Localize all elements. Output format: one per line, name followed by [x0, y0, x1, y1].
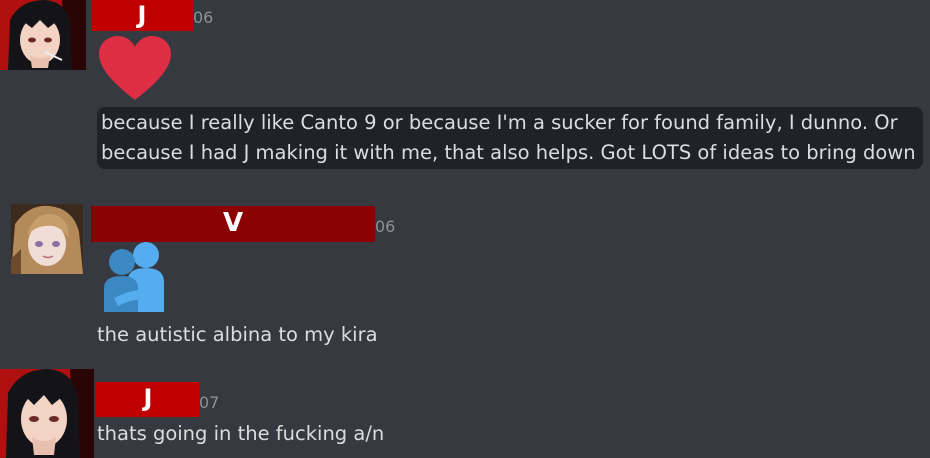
message-timestamp: 06 [375, 217, 396, 236]
people-hugging-emoji [102, 240, 166, 312]
redacted-username[interactable]: J [96, 382, 200, 417]
avatar-image [0, 0, 86, 70]
message-text: thats going in the fucking a/n [97, 422, 385, 445]
message-timestamp: 07 [199, 393, 220, 412]
redacted-username[interactable]: J [91, 0, 193, 31]
redaction-mark: J [137, 1, 147, 29]
avatar-image [11, 204, 83, 274]
redaction-mark: V [222, 208, 244, 238]
heart-emoji [99, 36, 171, 102]
avatar-image [0, 369, 94, 458]
redacted-username[interactable]: V [91, 206, 375, 242]
avatar-user-j[interactable] [0, 369, 94, 458]
avatar-user-j[interactable] [0, 0, 86, 70]
message-text-line-2: because I had J making it with me, that … [101, 141, 916, 164]
redaction-mark: J [143, 384, 153, 412]
message-timestamp: 06 [193, 8, 214, 27]
avatar-user-v[interactable] [11, 204, 83, 274]
message-text-line-1: because I really like Canto 9 or because… [101, 111, 898, 134]
message-text: the autistic albina to my kira [97, 323, 378, 346]
